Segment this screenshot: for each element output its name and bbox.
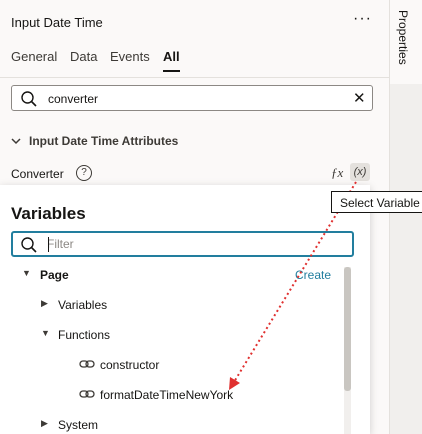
select-variable-button[interactable]: (x): [350, 163, 370, 181]
tree-item-label: Functions: [58, 328, 111, 342]
chevron-down-icon: [11, 134, 23, 148]
tab-all[interactable]: All: [163, 49, 180, 72]
scrollbar-thumb[interactable]: [344, 267, 351, 391]
tabs-divider: [0, 77, 389, 78]
tree-scrollbar[interactable]: [344, 267, 351, 434]
section-label: Input Date Time Attributes: [29, 134, 179, 148]
tree-item-page[interactable]: ▼ Page Create: [0, 263, 340, 287]
variables-filter-field[interactable]: [11, 231, 354, 257]
tree-item-label: System: [58, 418, 99, 432]
property-search-field[interactable]: converter ✕: [11, 85, 373, 111]
tree-item-variables[interactable]: ▶ Variables: [0, 293, 340, 317]
tree-item-functions[interactable]: ▼ Functions: [0, 323, 340, 347]
create-link[interactable]: Create: [295, 268, 331, 282]
text-cursor: [48, 237, 49, 252]
filter-input[interactable]: [47, 236, 337, 252]
search-icon: [20, 90, 38, 113]
section-header-input-date-time-attributes[interactable]: Input Date Time Attributes: [11, 134, 178, 148]
expression-editor-icon[interactable]: ƒx: [331, 165, 343, 181]
tab-general[interactable]: General: [11, 49, 57, 64]
tree-item-formatdatetimenewyork[interactable]: formatDateTimeNewYork: [0, 383, 340, 407]
help-icon[interactable]: ?: [76, 165, 92, 181]
search-icon: [20, 236, 38, 259]
panel-title: Input Date Time: [11, 15, 103, 30]
converter-label: Converter: [11, 167, 64, 181]
variables-popup: Variables ▼ Page Create ▶ Variables ▼ Fu…: [0, 185, 370, 434]
caret-right-icon[interactable]: ▶: [41, 418, 48, 429]
link-icon: [79, 387, 95, 404]
close-icon[interactable]: ✕: [353, 89, 366, 107]
tree-item-label: constructor: [100, 358, 160, 372]
tree-item-label: Variables: [58, 298, 108, 312]
variables-tree: ▼ Page Create ▶ Variables ▼ Functions co…: [0, 263, 345, 434]
select-variable-tooltip: Select Variable: [331, 191, 422, 213]
caret-right-icon[interactable]: ▶: [41, 298, 48, 309]
properties-side-tab[interactable]: Properties: [396, 10, 410, 65]
tab-events[interactable]: Events: [110, 49, 150, 64]
search-input-value[interactable]: converter: [48, 92, 98, 106]
link-icon: [79, 357, 95, 374]
tab-data[interactable]: Data: [70, 49, 97, 64]
tree-item-label: Page: [40, 268, 69, 282]
caret-down-icon[interactable]: ▼: [22, 268, 31, 278]
variables-popup-title: Variables: [11, 204, 86, 223]
side-tab-strip: Properties: [389, 0, 422, 434]
tree-item-system[interactable]: ▶ System: [0, 413, 340, 434]
tree-item-constructor[interactable]: constructor: [0, 353, 340, 377]
caret-down-icon[interactable]: ▼: [41, 328, 50, 338]
more-icon[interactable]: ···: [353, 10, 372, 28]
tree-item-label: formatDateTimeNewYork: [100, 388, 234, 402]
